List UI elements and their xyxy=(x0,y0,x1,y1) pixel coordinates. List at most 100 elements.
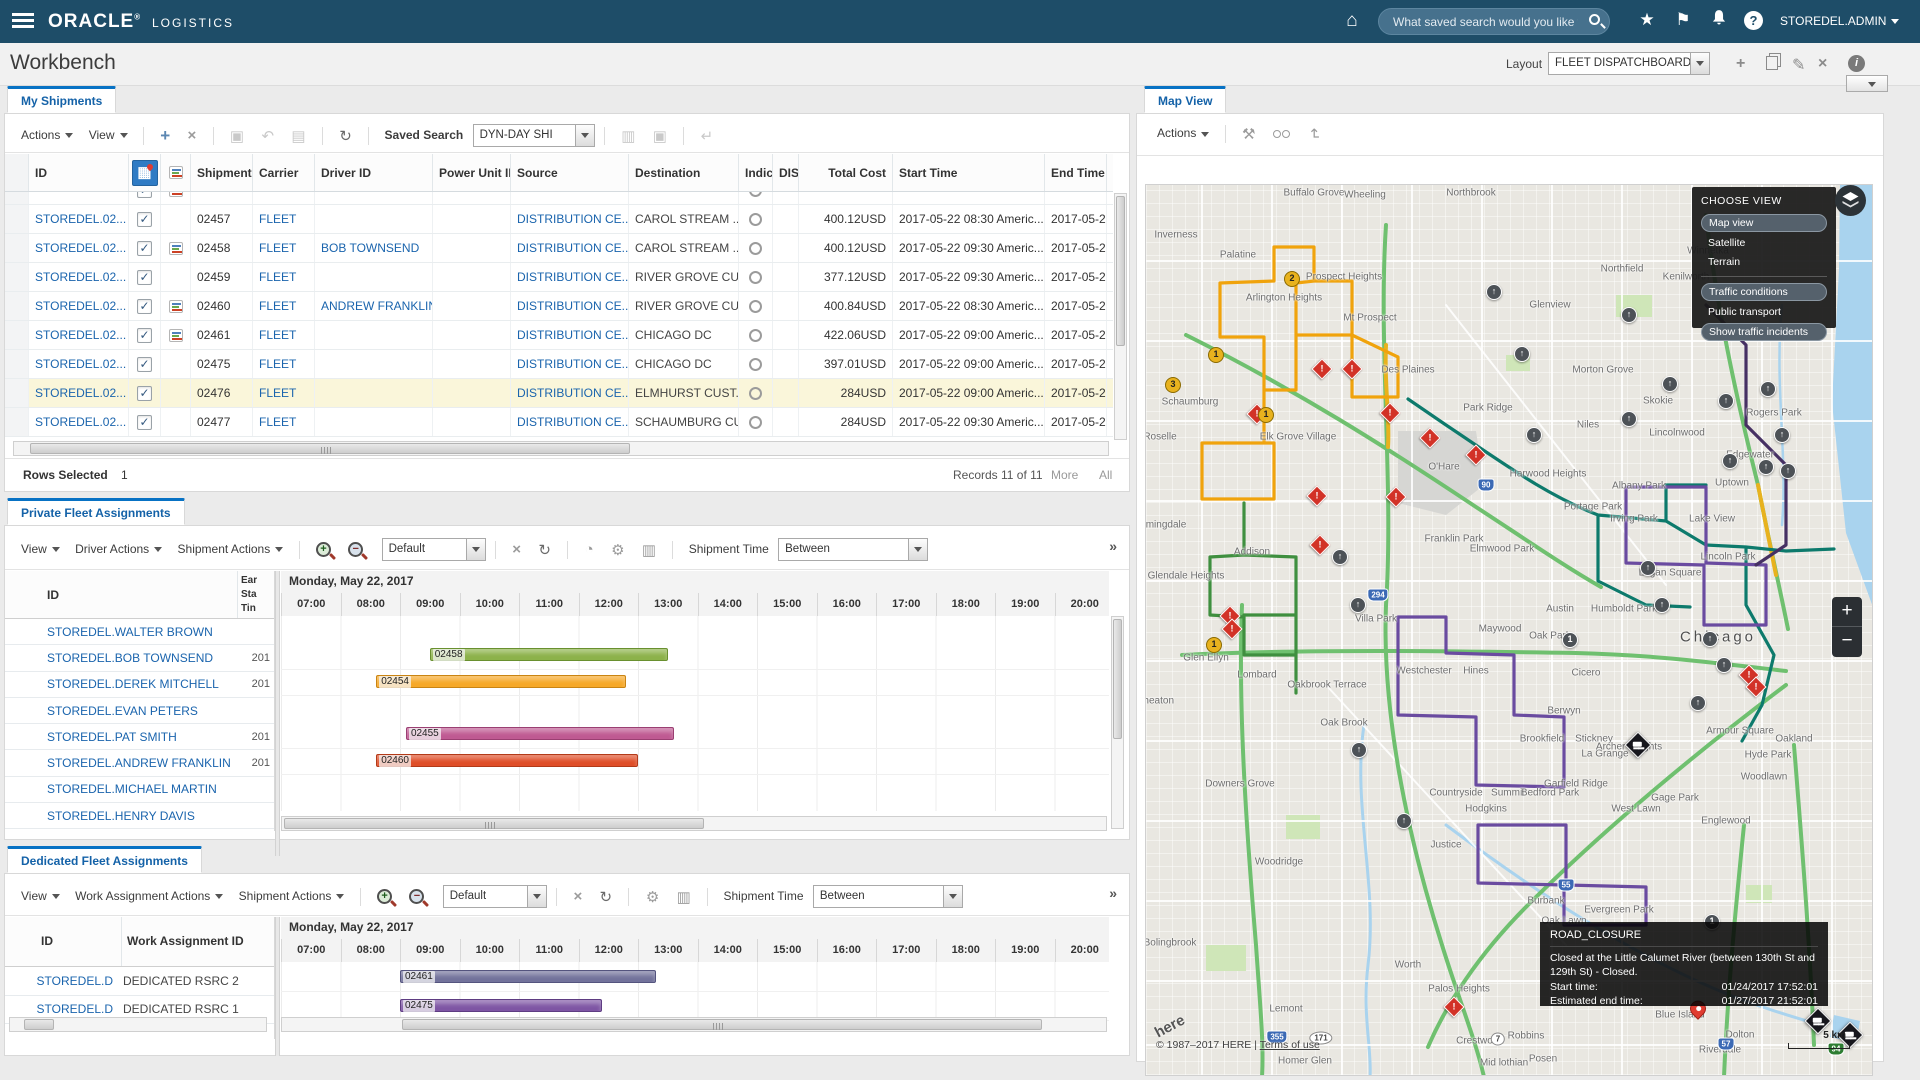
tab-private-fleet-assignments[interactable]: Private Fleet Assignments xyxy=(7,498,185,525)
carrier-link[interactable]: FLEET xyxy=(259,241,296,255)
shipments-hscrollbar[interactable] xyxy=(13,441,1109,456)
source-link[interactable]: DISTRIBUTION CE... xyxy=(517,386,629,400)
driver-row[interactable]: STOREDEL.EVAN PETERS xyxy=(5,698,274,724)
add-icon[interactable]: + xyxy=(160,126,170,146)
duplicate-layout-icon[interactable] xyxy=(1766,56,1778,70)
df-clear-icon[interactable]: × xyxy=(573,888,582,905)
df-settings-icon[interactable]: ⚙ xyxy=(646,888,659,906)
terms-of-use-link[interactable]: Terms of use xyxy=(1260,1039,1320,1051)
table-row[interactable]: ✓ xyxy=(5,192,1113,205)
driver-row[interactable]: STOREDEL.BOB TOWNSEND201 xyxy=(5,645,274,671)
shipment-id-link[interactable]: STOREDEL.02... xyxy=(35,386,126,400)
map-view-option-terrain[interactable]: Terrain xyxy=(1701,254,1827,270)
zoom-in-icon[interactable]: + xyxy=(316,542,331,557)
search-input[interactable] xyxy=(1393,12,1578,31)
driver-link[interactable]: ANDREW FRANKLIN xyxy=(321,299,433,313)
shipment-id-link[interactable]: STOREDEL.02... xyxy=(35,241,126,255)
pf-clear-icon[interactable]: × xyxy=(512,541,521,558)
map-actions-menu[interactable]: Actions xyxy=(1157,126,1209,140)
table-row[interactable]: STOREDEL.02...✓02459FLEETDISTRIBUTION CE… xyxy=(5,263,1113,292)
shipment-id-link[interactable]: STOREDEL.02... xyxy=(35,299,126,313)
route-stop-icon[interactable]: ↑ xyxy=(1526,427,1542,443)
gantt-bar-shipment-02458[interactable]: 02458 xyxy=(430,648,668,661)
driver-id-link[interactable]: STOREDEL.HENRY DAVIS xyxy=(47,809,195,823)
gantt-bar-shipment-02455[interactable]: 02455 xyxy=(406,727,674,740)
row-checkbox[interactable]: ✓ xyxy=(137,270,152,285)
driver-row[interactable]: STOREDEL.ANDREW FRANKLIN201 xyxy=(5,750,274,776)
pf-preset-select[interactable]: Default xyxy=(382,538,486,561)
driver-id-link[interactable]: STOREDEL.PAT SMITH xyxy=(47,730,177,744)
source-link[interactable]: DISTRIBUTION CE... xyxy=(517,415,629,429)
carrier-link[interactable]: FLEET xyxy=(259,270,296,284)
row-checkbox[interactable]: ✓ xyxy=(137,299,152,314)
wrap-icon[interactable]: ↵ xyxy=(701,127,714,145)
df-overflow-chevron[interactable]: » xyxy=(1109,885,1117,901)
map-canvas[interactable]: Buffalo GroveWheelingNorthbrookNorthfiel… xyxy=(1145,184,1873,1076)
route-orange[interactable] xyxy=(1202,247,1398,499)
df-shipment-actions-menu[interactable]: Shipment Actions xyxy=(239,889,345,903)
route-green[interactable] xyxy=(1210,503,1296,693)
delete-layout-icon[interactable]: × xyxy=(1818,55,1827,73)
delete-icon[interactable]: × xyxy=(187,127,196,144)
flag-icon[interactable]: ⚑ xyxy=(1671,10,1695,30)
route-stop-icon[interactable]: ↑ xyxy=(1702,631,1718,647)
save-icon[interactable]: ▤ xyxy=(291,127,305,145)
search-icon[interactable] xyxy=(1589,14,1600,25)
driver-row[interactable]: STOREDEL.PAT SMITH201 xyxy=(5,724,274,750)
route-stop-icon[interactable]: ↑ xyxy=(1774,427,1790,443)
actions-menu[interactable]: Actions xyxy=(21,128,73,142)
layout-select[interactable]: FLEET DISPATCHBOARD xyxy=(1548,52,1710,75)
pf-refresh-icon[interactable]: ↻ xyxy=(538,541,551,559)
route-stop-numbered-icon[interactable]: 3 xyxy=(1165,377,1181,393)
driver-link[interactable]: BOB TOWNSEND xyxy=(321,241,419,255)
pf-settings-icon[interactable]: ⚙ xyxy=(611,541,624,559)
pf-driver-actions-menu[interactable]: Driver Actions xyxy=(75,542,162,556)
saved-search-select[interactable]: DYN-DAY SHI xyxy=(473,124,595,147)
pf-gantt-hscrollbar[interactable] xyxy=(281,816,1107,831)
route-stop-icon[interactable]: ↑ xyxy=(1760,381,1776,397)
carrier-link[interactable]: FLEET xyxy=(259,328,296,342)
source-link[interactable]: DISTRIBUTION CE... xyxy=(517,212,629,226)
row-checkbox[interactable]: ✓ xyxy=(137,415,152,430)
route-stop-icon[interactable]: ↑ xyxy=(1350,597,1366,613)
df-splitter[interactable] xyxy=(275,917,280,1056)
driver-id-link[interactable]: STOREDEL.ANDREW FRANKLIN xyxy=(47,756,231,770)
carrier-link[interactable]: FLEET xyxy=(259,386,296,400)
route-stop-icon[interactable]: ↑ xyxy=(1758,459,1774,475)
route-stop-icon[interactable]: ↑ xyxy=(1780,463,1796,479)
panel-selector-dropdown[interactable] xyxy=(1846,75,1888,92)
pf-gantt-vscrollbar[interactable] xyxy=(1111,616,1124,829)
pf-overflow-chevron[interactable]: » xyxy=(1109,538,1117,554)
row-checkbox[interactable]: ✓ xyxy=(137,241,152,256)
zoom-out-icon[interactable]: − xyxy=(348,542,363,557)
route-stop-icon[interactable]: ↑ xyxy=(1351,742,1367,758)
pf-shipment-actions-menu[interactable]: Shipment Actions xyxy=(178,542,284,556)
gantt-bar-shipment-02475[interactable]: 02475 xyxy=(400,999,602,1012)
records-all-link[interactable]: All xyxy=(1099,468,1112,482)
table-row[interactable]: STOREDEL.02...✓02458FLEETBOB TOWNSENDDIS… xyxy=(5,234,1113,263)
pf-shipment-time-select[interactable]: Between xyxy=(778,538,928,561)
gantt-bar-shipment-02461[interactable]: 02461 xyxy=(400,970,656,983)
shipment-id-link[interactable]: STOREDEL.02... xyxy=(35,328,126,342)
map-overlay-option-public-transport[interactable]: Public transport xyxy=(1701,304,1827,320)
favorites-star-icon[interactable]: ★ xyxy=(1635,10,1659,30)
df-gantt-hscrollbar[interactable] xyxy=(281,1017,1107,1032)
row-checkbox[interactable]: ✓ xyxy=(137,192,152,198)
driver-id-link[interactable]: STOREDEL.WALTER BROWN xyxy=(47,625,213,639)
map-recenter-icon[interactable]: ↵ xyxy=(1305,128,1323,141)
view-menu[interactable]: View xyxy=(89,128,128,142)
driver-row[interactable]: STOREDEL.WALTER BROWN xyxy=(5,619,274,645)
table-row[interactable]: STOREDEL.02...✓02457FLEETDISTRIBUTION CE… xyxy=(5,205,1113,234)
pf-legend-icon[interactable]: ▥ xyxy=(642,541,656,559)
route-stop-numbered-icon[interactable]: 2 xyxy=(1284,271,1300,287)
route-stop-numbered-icon[interactable]: 1 xyxy=(1258,407,1274,423)
df-zoom-out-icon[interactable]: − xyxy=(409,889,424,904)
wa-id-link[interactable]: STOREDEL.D xyxy=(5,1002,113,1016)
df-view-menu[interactable]: View xyxy=(21,889,60,903)
route-stop-numbered-icon[interactable]: 1 xyxy=(1206,637,1222,653)
refresh-icon[interactable]: ↻ xyxy=(339,127,352,145)
freeze-icon[interactable]: ▥ xyxy=(621,127,635,145)
info-icon[interactable]: i xyxy=(1848,55,1865,72)
route-stop-icon[interactable]: ↑ xyxy=(1621,411,1637,427)
help-icon[interactable]: ? xyxy=(1744,11,1763,30)
